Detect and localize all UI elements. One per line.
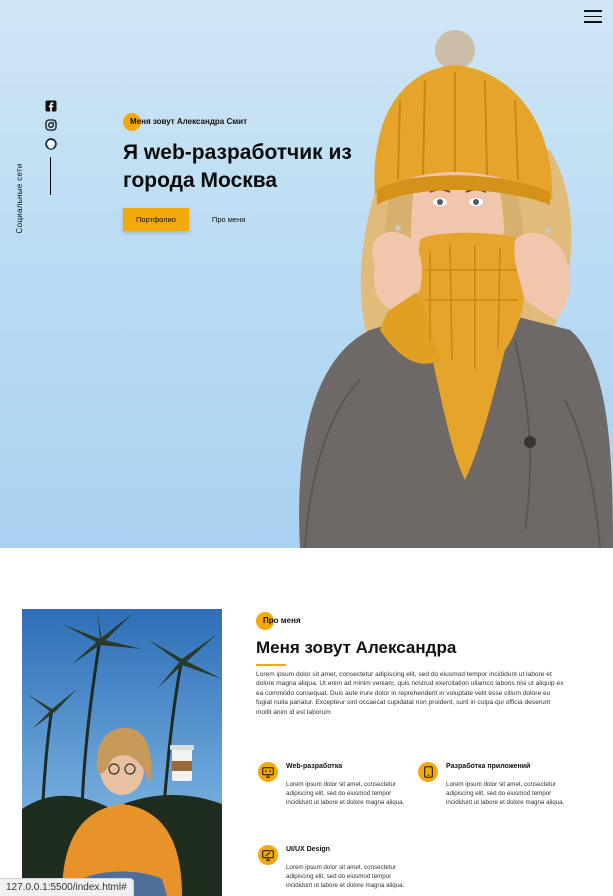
about-text: Про меня Меня зовут Александра Lorem ips… [256,610,576,717]
hero-subtitle-text: Меня зовут Александра Смит [130,117,248,126]
hero-section: Социальные сети Меня зовут Александра См… [0,0,613,548]
design-monitor-icon [258,845,278,865]
mobile-phone-icon [418,762,438,782]
service-desc: Lorem ipsum dolor sit amet, consectetur … [446,781,565,806]
about-tag-text: Про меня [263,616,301,625]
github-icon[interactable] [45,138,57,150]
social-divider-line [50,157,51,195]
instagram-icon[interactable] [45,119,57,131]
monitor-icon [258,762,278,782]
social-label: Социальные сети [14,163,24,234]
portfolio-button[interactable]: Портфолио [123,208,189,231]
hero-subtitle: Меня зовут Александра Смит [123,113,248,131]
about-section: Про меня Меня зовут Александра Lorem ips… [0,548,613,896]
about-paragraph: Lorem ipsum dolor sit amet, consectetur … [256,670,564,716]
facebook-icon[interactable] [45,100,57,112]
service-desc: Lorem ipsum dolor sit amet, consectetur … [286,864,405,889]
social-links [43,100,59,195]
browser-status-url: 127.0.0.1:5500/index.html# [0,878,134,896]
service-name: Разработка приложений [446,763,531,770]
about-me-link[interactable]: Про меня [212,215,245,224]
title-underline [256,664,286,666]
hamburger-menu-icon[interactable] [584,10,602,24]
service-desc: Lorem ipsum dolor sit amet, consectetur … [286,781,405,806]
about-title: Меня зовут Александра [256,638,457,657]
about-photo-image [22,609,222,896]
about-tag: Про меня [256,612,301,630]
service-name: UI/UX Design [286,846,330,853]
service-name: Web-разработка [286,763,343,770]
hero-portrait-image [299,30,613,548]
